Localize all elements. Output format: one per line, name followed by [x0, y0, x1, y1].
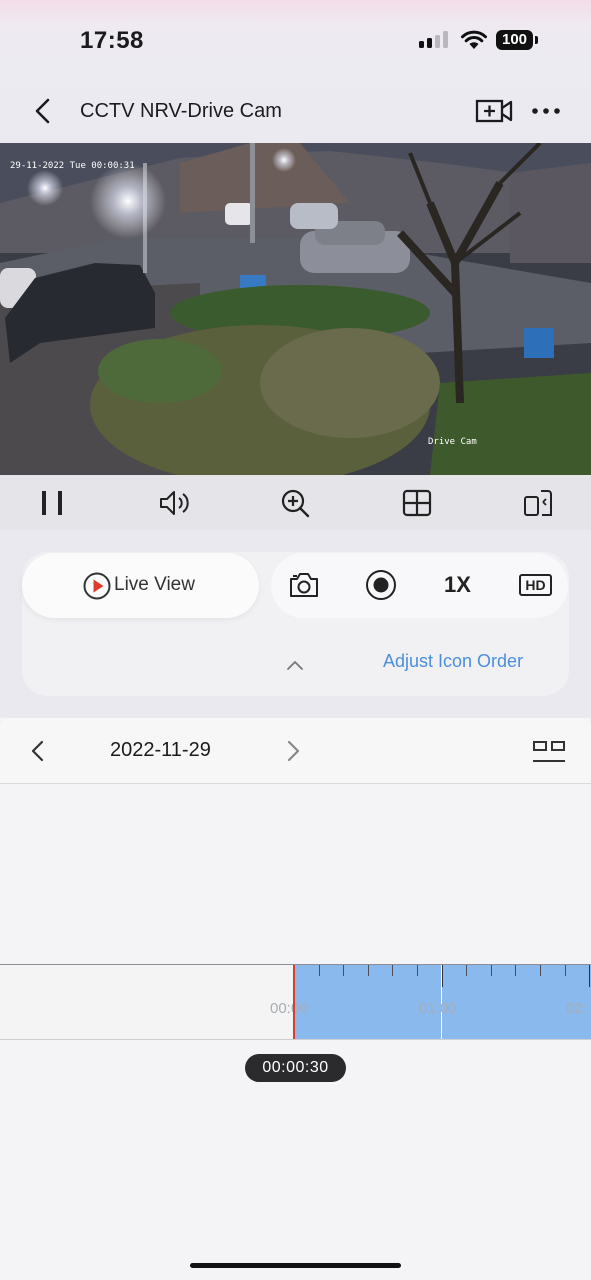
timeline-tick [392, 965, 393, 976]
split-view-button[interactable] [531, 739, 567, 765]
battery-tip [535, 36, 538, 44]
rotate-screen-button[interactable] [521, 487, 555, 519]
next-day-button[interactable] [283, 738, 303, 764]
status-time: 17:58 [80, 27, 144, 54]
previous-day-button[interactable] [28, 738, 48, 764]
live-view-button[interactable]: Live View [22, 553, 259, 618]
zoom-in-button[interactable] [278, 487, 312, 519]
timeline-label: 00:00 [270, 1000, 308, 1017]
timeline-tick [466, 965, 467, 976]
record-button[interactable] [364, 568, 398, 602]
back-button[interactable] [30, 96, 58, 126]
current-time-badge: 00:00:30 [245, 1054, 346, 1082]
camera-scene [0, 143, 591, 475]
video-feed[interactable]: 29-11-2022 Tue 00:00:31 Drive Cam [0, 143, 591, 475]
collapse-chevron-icon[interactable] [286, 659, 304, 671]
quality-button[interactable]: HD [519, 574, 552, 596]
volume-button[interactable] [157, 487, 191, 519]
snapshot-button[interactable] [288, 568, 320, 602]
page-title: CCTV NRV-Drive Cam [80, 100, 282, 122]
playhead[interactable] [293, 965, 295, 1039]
timeline-label: 01:00 [419, 1000, 457, 1017]
wifi-icon [461, 30, 487, 49]
play-circle-icon [83, 572, 111, 600]
video-camera-label: Drive Cam [428, 437, 477, 447]
add-camera-button[interactable] [474, 96, 514, 126]
timeline-tick [319, 965, 320, 976]
date-label[interactable]: 2022-11-29 [110, 739, 211, 762]
timeline-tick [589, 965, 590, 987]
timeline-label: 02: [566, 1000, 587, 1017]
timeline-tick [368, 965, 369, 976]
timeline-tick [491, 965, 492, 976]
timeline-tick [442, 965, 443, 987]
cellular-signal-icon [419, 31, 451, 48]
battery-icon: 100 [496, 30, 533, 50]
playback-speed-button[interactable]: 1X [444, 572, 471, 598]
tools-pill: 1X HD [271, 553, 568, 618]
home-indicator [190, 1263, 401, 1268]
video-timestamp-osd: 29-11-2022 Tue 00:00:31 [10, 161, 135, 171]
timeline-tick [515, 965, 516, 976]
timeline-tick [540, 965, 541, 976]
timeline-tick [417, 965, 418, 976]
timeline-tick [343, 965, 344, 976]
grid-layout-button[interactable] [400, 487, 434, 519]
pause-button[interactable] [36, 487, 70, 519]
timeline-tick [565, 965, 566, 976]
timeline[interactable]: 00:00 01:00 02: [0, 964, 591, 1040]
more-options-button[interactable] [530, 100, 562, 122]
adjust-icon-order-link[interactable]: Adjust Icon Order [383, 651, 523, 672]
live-view-label: Live View [114, 574, 195, 595]
